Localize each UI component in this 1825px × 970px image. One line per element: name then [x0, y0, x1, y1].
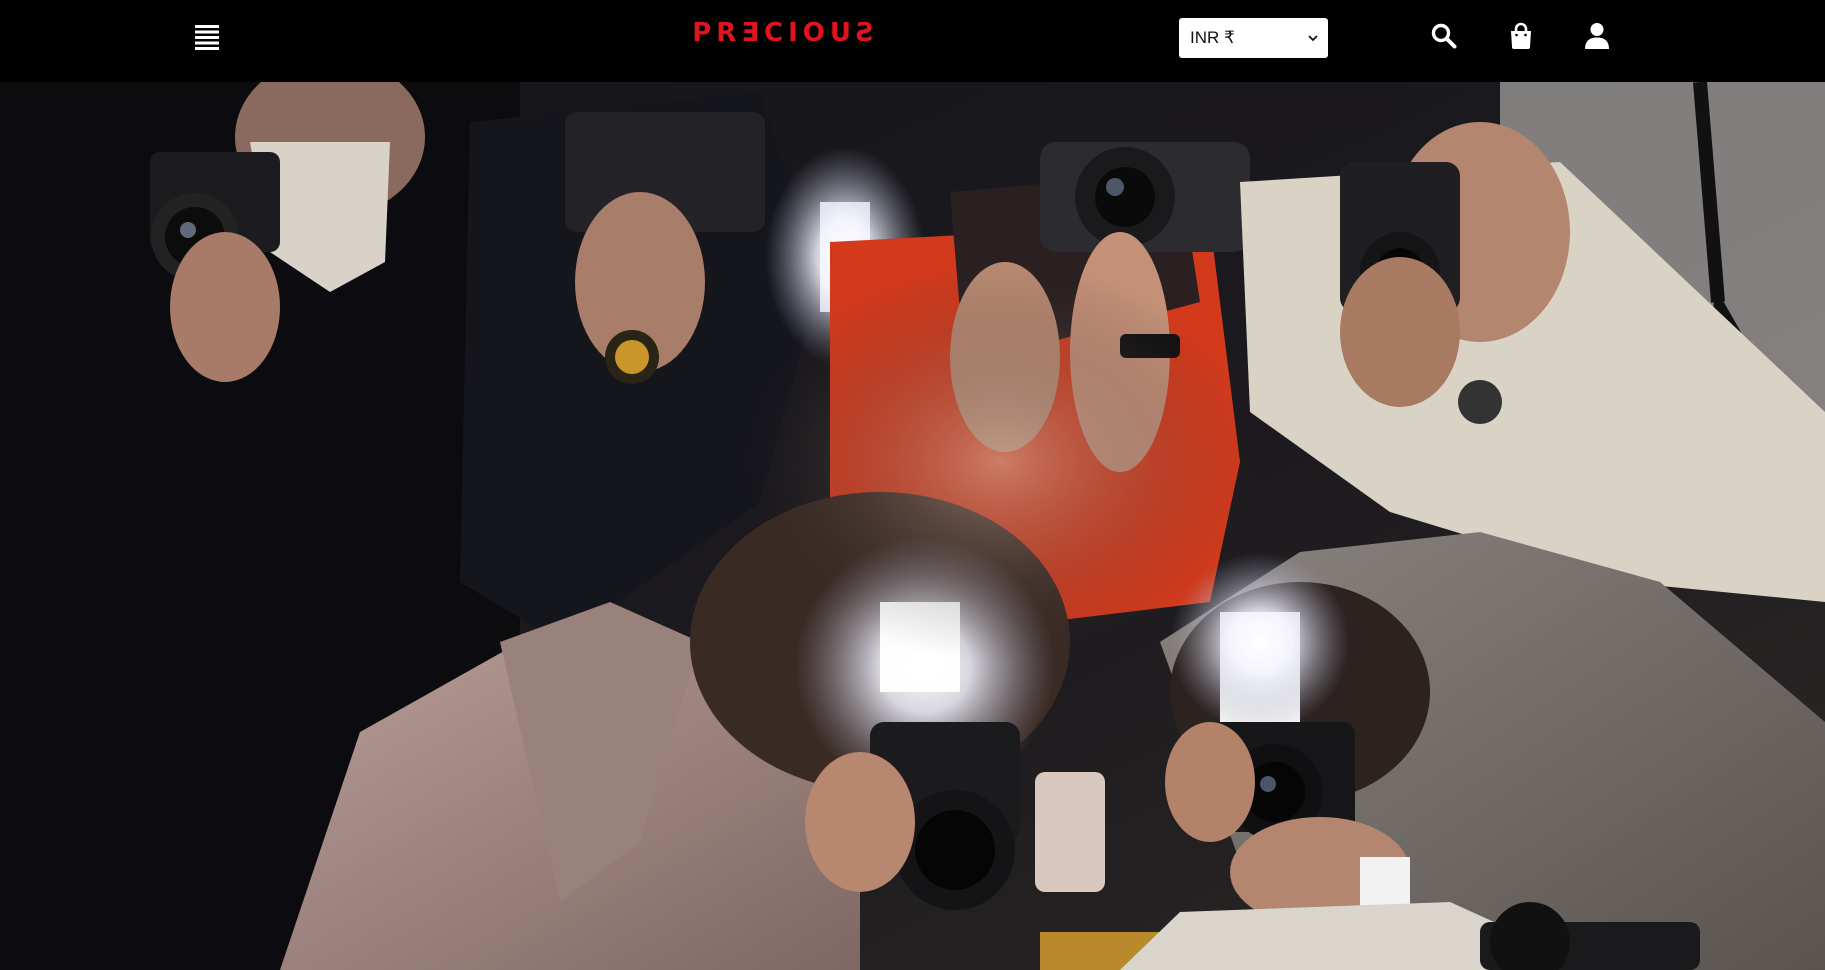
- user-icon: [1585, 23, 1609, 49]
- account-button[interactable]: [1581, 20, 1613, 52]
- page: PRƎCIOUƧ INR ₹: [0, 0, 1825, 970]
- search-button[interactable]: [1428, 20, 1460, 52]
- search-icon: [1431, 23, 1457, 49]
- currency-value: INR ₹: [1190, 28, 1235, 47]
- menu-icon: [195, 25, 219, 50]
- chevron-down-icon: [1308, 33, 1318, 43]
- cart-button[interactable]: [1505, 20, 1537, 52]
- shopping-bag-icon: [1511, 22, 1531, 49]
- hero-image: [0, 82, 1825, 970]
- brand-logo-text: PRƎCIOUƧ: [692, 18, 880, 48]
- menu-button[interactable]: [190, 20, 224, 54]
- site-header: PRƎCIOUƧ INR ₹: [0, 0, 1825, 82]
- brand-logo[interactable]: PRƎCIOUƧ: [670, 14, 902, 50]
- hero-banner[interactable]: [0, 82, 1825, 970]
- currency-select[interactable]: INR ₹: [1179, 18, 1328, 58]
